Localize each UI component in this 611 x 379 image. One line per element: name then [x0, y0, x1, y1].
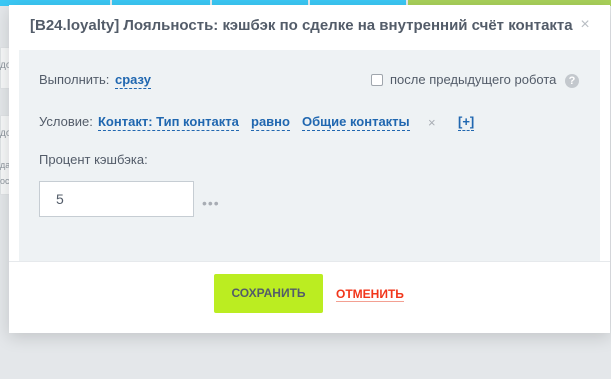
footer-divider [9, 261, 610, 262]
after-previous-label: после предыдущего робота [390, 72, 557, 87]
condition-value-link[interactable]: Общие контакты [302, 114, 410, 131]
save-button[interactable]: СОХРАНИТЬ [214, 274, 323, 313]
execute-label: Выполнить: [39, 72, 110, 87]
cancel-button[interactable]: ОТМЕНИТЬ [336, 287, 404, 302]
condition-label: Условие: [39, 114, 93, 129]
settings-panel: Выполнить: сразу после предыдущего робот… [19, 50, 600, 261]
after-previous-checkbox[interactable] [371, 74, 383, 86]
execute-mode-link[interactable]: сразу [115, 72, 151, 89]
close-icon[interactable]: × [578, 17, 592, 33]
dialog-title: [B24.loyalty] Лояльность: кэшбэк по сдел… [30, 17, 573, 34]
cashback-percent-label: Процент кэшбэка: [39, 152, 148, 167]
cashback-percent-input[interactable]: 5 [39, 181, 194, 217]
robot-settings-dialog: [B24.loyalty] Лояльность: кэшбэк по сдел… [9, 5, 610, 333]
remove-condition-icon[interactable]: × [428, 115, 436, 130]
condition-operator-link[interactable]: равно [251, 114, 290, 131]
help-icon[interactable]: ? [565, 74, 579, 88]
condition-field-link[interactable]: Контакт: Тип контакта [98, 114, 239, 131]
add-condition-link[interactable]: [+] [458, 114, 475, 131]
more-options-icon[interactable]: ••• [202, 196, 220, 210]
